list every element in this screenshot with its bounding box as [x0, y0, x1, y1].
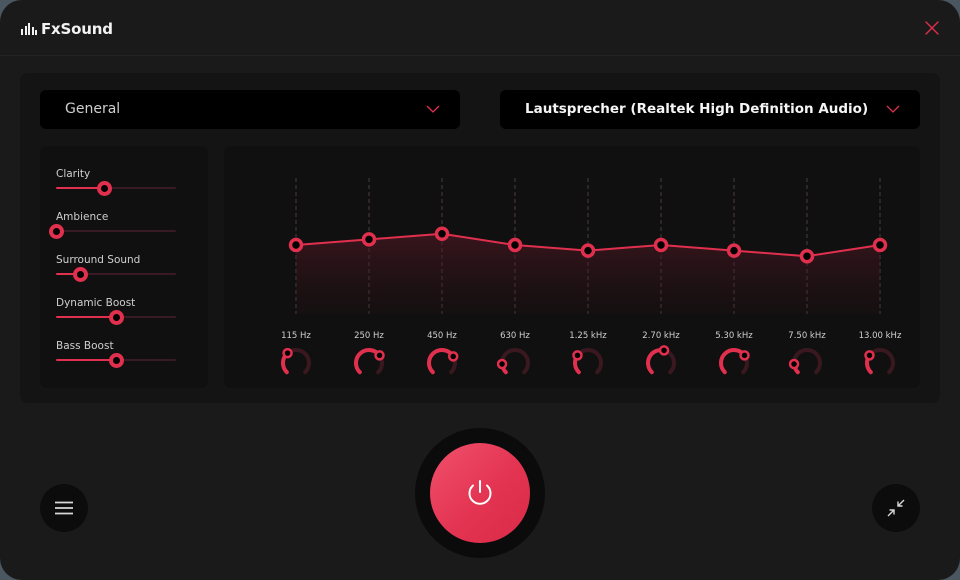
- slider-thumb[interactable]: [108, 353, 124, 368]
- slider-thumb[interactable]: [48, 224, 64, 239]
- knob-handle[interactable]: [282, 347, 293, 359]
- band-frequency-knob[interactable]: [862, 345, 898, 381]
- knob-handle[interactable]: [864, 350, 875, 361]
- band-frequency-knob[interactable]: [351, 345, 387, 381]
- band-frequency-knob[interactable]: [496, 345, 533, 381]
- equalizer-panel: 115 Hz 250 Hz 450 Hz 630 Hz 1.25 kHz 2.70 kHz…: [224, 146, 920, 388]
- band-frequency-knob[interactable]: [570, 345, 606, 381]
- close-button[interactable]: [922, 18, 942, 38]
- band-frequency-knob[interactable]: [716, 345, 752, 381]
- effect-ambience: Ambience: [48, 211, 176, 239]
- slider-thumb[interactable]: [96, 181, 112, 196]
- knob-dial: [572, 348, 603, 375]
- slider-fill: [56, 316, 116, 318]
- eq-band-handle[interactable]: [434, 226, 450, 242]
- title-bar: FxSound: [0, 0, 960, 56]
- knob-dial: [646, 345, 676, 375]
- power-button[interactable]: [430, 443, 530, 543]
- effects-panel: Clarity Ambience Surround Sound Dynamic Boo…: [40, 146, 208, 388]
- effect-label: Surround Sound: [56, 254, 141, 266]
- band-frequency-label: 7.50 kHz: [788, 331, 826, 341]
- effect-slider[interactable]: [56, 267, 176, 282]
- band-frequency-knob[interactable]: [278, 345, 314, 381]
- effect-slider[interactable]: [56, 353, 176, 368]
- knob-dial: [788, 348, 822, 375]
- eq-band-handle[interactable]: [507, 237, 523, 253]
- knob-dial: [354, 348, 385, 375]
- collapse-arrows-icon: [887, 499, 905, 517]
- slider-thumb[interactable]: [72, 267, 88, 282]
- knob-handle[interactable]: [739, 350, 750, 361]
- effect-clarity: Clarity: [56, 168, 176, 196]
- band-frequency-knob[interactable]: [788, 345, 825, 381]
- menu-button[interactable]: [40, 484, 88, 532]
- slider-fill: [56, 359, 116, 361]
- band-frequency-label: 115 Hz: [281, 331, 311, 341]
- app-title: FxSound: [41, 20, 113, 38]
- knob-dial: [427, 348, 459, 375]
- knob-handle[interactable]: [447, 351, 459, 362]
- band-frequency-knob[interactable]: [424, 345, 460, 381]
- minimize-view-button[interactable]: [872, 484, 920, 532]
- close-icon: [925, 21, 939, 35]
- eq-band-handle[interactable]: [799, 248, 815, 264]
- effect-bass-boost: Bass Boost: [56, 340, 176, 368]
- knob-handle[interactable]: [374, 350, 385, 361]
- effect-label: Ambience: [56, 211, 109, 223]
- output-device-dropdown[interactable]: Lautsprecher (Realtek High Definition Au…: [500, 90, 920, 129]
- logo-bars-icon: [21, 23, 37, 35]
- app-logo: FxSound: [21, 20, 113, 38]
- eq-band-handle[interactable]: [580, 243, 596, 258]
- knob-handle[interactable]: [572, 350, 583, 361]
- effect-surround-sound: Surround Sound: [56, 254, 176, 282]
- effect-slider[interactable]: [56, 310, 176, 325]
- eq-band-handle[interactable]: [288, 237, 304, 253]
- effect-label: Clarity: [56, 168, 91, 180]
- eq-band-handle[interactable]: [872, 237, 888, 253]
- band-frequency-label: 5.30 kHz: [715, 331, 753, 341]
- effect-label: Bass Boost: [56, 340, 114, 352]
- band-frequency-label: 2.70 kHz: [642, 331, 680, 341]
- slider-track: [56, 230, 176, 232]
- band-frequency-label: 250 Hz: [354, 331, 384, 341]
- knob-dial: [281, 347, 311, 375]
- knob-handle[interactable]: [788, 358, 800, 370]
- knob-handle[interactable]: [496, 358, 508, 370]
- effect-slider[interactable]: [56, 181, 176, 196]
- band-frequency-knob[interactable]: [643, 345, 679, 381]
- power-icon: [468, 480, 492, 505]
- effect-label: Dynamic Boost: [56, 297, 136, 309]
- main-panel: General Lautsprecher (Realtek High Defin…: [20, 73, 940, 403]
- band-frequency-label: 450 Hz: [427, 331, 457, 341]
- knob-dial: [496, 348, 530, 375]
- chevron-down-icon: [426, 105, 440, 113]
- knob-handle[interactable]: [658, 345, 670, 356]
- knob-dial: [864, 348, 895, 375]
- chevron-down-icon: [886, 105, 900, 113]
- eq-band-handle[interactable]: [653, 237, 669, 253]
- band-frequency-label: 13.00 kHz: [858, 331, 902, 341]
- hamburger-menu-icon: [55, 501, 73, 515]
- band-frequency-label: 630 Hz: [500, 331, 530, 341]
- slider-thumb[interactable]: [108, 310, 124, 325]
- eq-band-handle[interactable]: [726, 243, 742, 258]
- knob-dial: [719, 348, 750, 375]
- power-ring: [415, 428, 545, 558]
- band-frequency-label: 1.25 kHz: [569, 331, 607, 341]
- preset-dropdown[interactable]: General: [40, 90, 460, 129]
- fxsound-window: FxSound General Lautsprecher (Realtek Hi…: [0, 0, 960, 580]
- effect-slider[interactable]: [48, 224, 176, 239]
- device-selected-label: Lautsprecher (Realtek High Definition Au…: [525, 101, 869, 117]
- preset-selected-label: General: [65, 101, 121, 117]
- effect-dynamic-boost: Dynamic Boost: [56, 297, 176, 325]
- eq-band-handle[interactable]: [361, 232, 377, 247]
